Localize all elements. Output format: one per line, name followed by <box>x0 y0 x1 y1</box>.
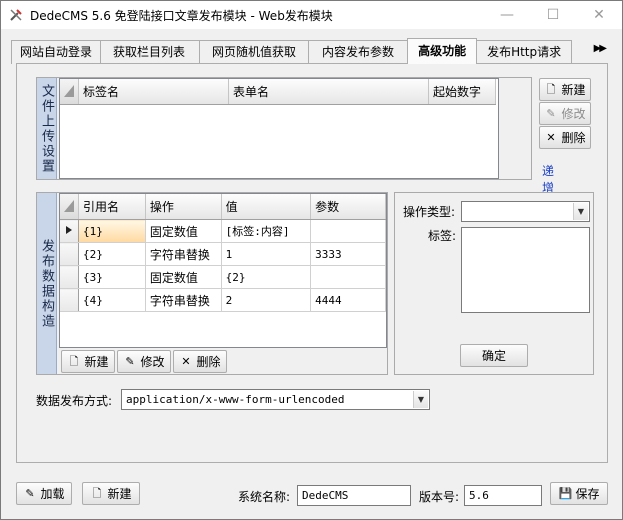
upload-settings-label: 文件上传设置 <box>37 78 57 179</box>
col-ref-name[interactable]: 引用名 <box>78 194 146 220</box>
pencil-icon: ✎ <box>125 355 135 368</box>
maximize-icon: ☐ <box>546 7 560 23</box>
publish-method-select[interactable]: application/x-www-form-urlencoded ▼ <box>121 389 430 410</box>
col-operation[interactable]: 操作 <box>145 194 222 220</box>
close-icon: ✕ <box>593 7 605 23</box>
data-delete-button[interactable]: ✕ 删除 <box>173 350 227 373</box>
table-row[interactable]: {2} 字符串替换 1 3333 <box>60 242 386 266</box>
app-window: DedeCMS 5.6 免登陆接口文章发布模块 - Web发布模块 — ☐ ✕ … <box>0 0 623 520</box>
operation-type-select[interactable]: ▼ <box>461 201 590 222</box>
upload-delete-button[interactable]: ✕ 删除 <box>539 126 591 149</box>
data-edit-button[interactable]: ✎ 修改 <box>117 350 171 373</box>
data-construct-group: 发布数据构造 引用名 操作 值 参数 {1} 固定数值 [标签:内容] {2} … <box>36 192 388 375</box>
system-name-label: 系统名称: <box>238 490 291 504</box>
chevron-down-icon[interactable]: ▼ <box>413 391 428 408</box>
system-name-input[interactable]: DedeCMS <box>297 485 411 506</box>
title-bar: DedeCMS 5.6 免登陆接口文章发布模块 - Web发布模块 — ☐ ✕ <box>1 1 622 29</box>
load-button[interactable]: ✎ 加载 <box>16 482 72 505</box>
col-param[interactable]: 参数 <box>310 194 386 220</box>
tab-content-params[interactable]: 内容发布参数 <box>308 40 409 64</box>
pencil-icon: ✎ <box>546 107 556 120</box>
delete-x-icon: ✕ <box>181 355 191 368</box>
upload-new-button[interactable]: 🗋 新建 <box>539 78 591 101</box>
data-new-button[interactable]: 🗋 新建 <box>61 350 115 373</box>
grid-corner <box>60 194 79 220</box>
tab-advanced[interactable]: 高级功能 <box>407 38 478 64</box>
col-form-name[interactable]: 表单名 <box>228 79 429 105</box>
tab-scroll-right-icon[interactable]: ▶▶ <box>594 43 607 54</box>
app-tools-icon <box>8 7 24 23</box>
version-input[interactable]: 5.6 <box>464 485 542 506</box>
advanced-page: 文件上传设置 标签名 表单名 起始数字 🗋 新建 ✎ 修改 ✕ 删除 递增 发布… <box>16 63 608 463</box>
operation-type-label: 操作类型: <box>403 205 456 219</box>
publish-method-label: 数据发布方式: <box>36 394 113 408</box>
tag-textarea[interactable] <box>461 227 590 313</box>
tab-auto-login[interactable]: 网站自动登录 <box>11 40 102 64</box>
confirm-button[interactable]: 确定 <box>460 344 528 367</box>
upload-grid[interactable]: 标签名 表单名 起始数字 <box>59 78 499 179</box>
chevron-down-icon[interactable]: ▼ <box>573 203 588 220</box>
upload-settings-group: 文件上传设置 标签名 表单名 起始数字 🗋 新建 ✎ 修改 ✕ 删除 递增 <box>36 77 591 229</box>
save-disk-icon: 💾 <box>558 487 573 500</box>
minimize-icon: — <box>500 7 514 23</box>
new-file-icon: 🗋 <box>546 83 556 96</box>
delete-x-icon: ✕ <box>546 131 556 144</box>
version-label: 版本号: <box>419 490 460 504</box>
col-start-number[interactable]: 起始数字 <box>428 79 496 105</box>
tab-get-categories[interactable]: 获取栏目列表 <box>100 40 201 64</box>
tab-random-value[interactable]: 网页随机值获取 <box>199 40 310 64</box>
close-button[interactable]: ✕ <box>576 1 622 29</box>
operation-panel: 操作类型: ▼ 标签: 确定 <box>394 192 594 375</box>
tab-http-request[interactable]: 发布Http请求 <box>476 40 573 64</box>
row-indicator-icon <box>60 219 79 243</box>
col-value[interactable]: 值 <box>221 194 312 220</box>
minimize-button[interactable]: — <box>484 1 530 29</box>
upload-edit-button[interactable]: ✎ 修改 <box>539 102 591 125</box>
data-table: 引用名 操作 值 参数 {1} 固定数值 [标签:内容] {2} 字符串替换 1… <box>60 194 386 312</box>
upload-table: 标签名 表单名 起始数字 <box>60 79 496 105</box>
footer-new-button[interactable]: 🗋 新建 <box>82 482 140 505</box>
tag-label: 标签: <box>428 229 457 243</box>
save-button[interactable]: 💾 保存 <box>550 482 608 505</box>
table-row[interactable]: {3} 固定数值 {2} <box>60 265 386 289</box>
tab-strip: 网站自动登录 获取栏目列表 网页随机值获取 内容发布参数 高级功能 发布Http… <box>11 38 613 64</box>
col-tag-name[interactable]: 标签名 <box>78 79 229 105</box>
table-row[interactable]: {1} 固定数值 [标签:内容] <box>60 219 386 243</box>
new-file-icon: 🗋 <box>69 355 79 368</box>
grid-corner <box>60 79 79 105</box>
edit-box-icon: ✎ <box>25 487 35 500</box>
table-row[interactable]: {4} 字符串替换 2 4444 <box>60 288 386 312</box>
data-construct-label: 发布数据构造 <box>37 193 57 374</box>
new-file-icon: 🗋 <box>92 487 102 500</box>
maximize-button[interactable]: ☐ <box>530 1 576 29</box>
window-title: DedeCMS 5.6 免登陆接口文章发布模块 - Web发布模块 <box>30 8 333 23</box>
data-grid[interactable]: 引用名 操作 值 参数 {1} 固定数值 [标签:内容] {2} 字符串替换 1… <box>59 193 387 348</box>
